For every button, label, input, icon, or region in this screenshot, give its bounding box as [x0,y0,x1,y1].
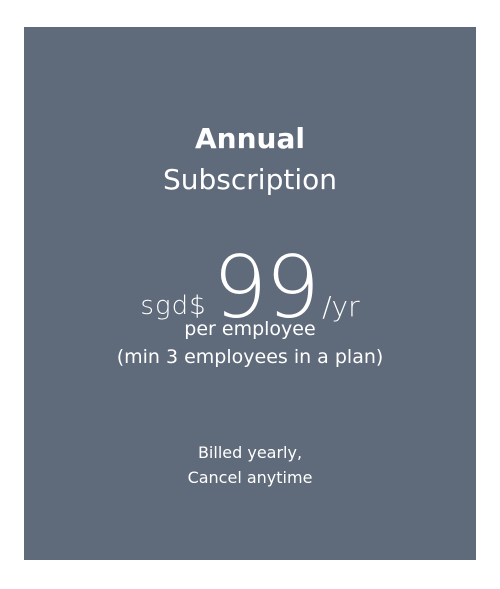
price-currency: sgd$ [140,291,207,321]
plan-title: Annual [195,122,305,155]
pricing-card: Annual Subscription sgd$ 99 /yr per empl… [24,27,476,560]
price-unit: per employee [184,318,316,340]
billing-frequency: Billed yearly, [197,443,303,462]
minimum-requirement: (min 3 employees in a plan) [116,346,384,368]
cancellation-policy: Cancel anytime [187,468,313,487]
plan-subtitle: Subscription [163,163,337,196]
